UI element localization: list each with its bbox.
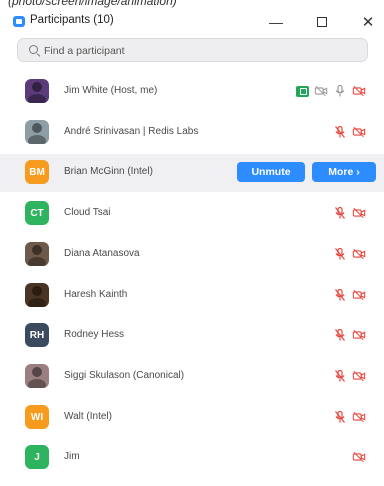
video-off-icon[interactable] (352, 410, 366, 424)
video-off-icon[interactable] (352, 450, 366, 464)
status-icons (333, 369, 366, 383)
mic-icon[interactable] (333, 84, 347, 98)
status-icons (333, 125, 366, 139)
status-icons (333, 410, 366, 424)
avatar: J (25, 445, 49, 469)
status-icons (333, 288, 366, 302)
mic-muted-icon[interactable] (333, 247, 347, 261)
status-icons (333, 247, 366, 261)
avatar: CT (25, 201, 49, 225)
participant-name: Cloud Tsai (64, 207, 111, 218)
video-off-icon[interactable] (352, 288, 366, 302)
video-off-icon[interactable] (352, 206, 366, 220)
avatar (25, 283, 49, 307)
mic-muted-icon[interactable] (333, 206, 347, 220)
participant-name: Siggi Skulason (Canonical) (64, 370, 185, 381)
mic-muted-icon[interactable] (333, 369, 347, 383)
minimize-button[interactable]: — (258, 9, 294, 35)
window-titlebar: Participants (10) — ✕ (0, 9, 384, 35)
search-input[interactable] (44, 42, 344, 59)
zoom-app-icon (13, 16, 25, 27)
more-button[interactable]: More › (312, 162, 376, 182)
close-button[interactable]: ✕ (350, 9, 384, 35)
maximize-icon (317, 17, 327, 27)
unmute-button[interactable]: Unmute (237, 162, 305, 182)
participant-name: Haresh Kainth (64, 289, 128, 300)
video-off-icon[interactable] (352, 328, 366, 342)
participant-row[interactable]: Diana Atanasova (0, 236, 384, 274)
mic-muted-icon[interactable] (333, 125, 347, 139)
avatar (25, 242, 49, 266)
participant-row[interactable]: J Jim (0, 439, 384, 477)
maximize-button[interactable] (304, 9, 340, 35)
participant-row[interactable]: Jim White (Host, me) (0, 73, 384, 111)
status-icons (352, 450, 366, 464)
participant-row[interactable]: Siggi Skulason (Canonical) (0, 358, 384, 396)
participant-name: Rodney Hess (64, 329, 125, 340)
status-icons (333, 206, 366, 220)
participant-name: Jim White (Host, me) (64, 85, 158, 96)
participant-row[interactable]: Haresh Kainth (0, 277, 384, 315)
participant-row[interactable]: CT Cloud Tsai (0, 195, 384, 233)
video-off-icon[interactable] (352, 125, 366, 139)
video-off-icon[interactable] (314, 84, 328, 98)
participant-row[interactable]: André Srinivasan | Redis Labs (0, 114, 384, 152)
participant-name: Diana Atanasova (64, 248, 140, 259)
mic-muted-icon[interactable] (333, 288, 347, 302)
participant-name: Jim (64, 451, 80, 462)
top-caption-text: (photo/screen/image/animation) (8, 0, 177, 8)
window-title: Participants (10) (30, 14, 114, 26)
avatar: RH (25, 323, 49, 347)
video-off-icon[interactable] (352, 369, 366, 383)
search-icon (29, 45, 38, 54)
participant-name: André Srinivasan | Redis Labs (64, 126, 199, 137)
participant-row[interactable]: WI Walt (Intel) (0, 399, 384, 437)
participant-name: Brian McGinn (Intel) (64, 166, 153, 177)
status-icons (333, 328, 366, 342)
video-off-icon[interactable] (352, 247, 366, 261)
participant-row[interactable]: BM Brian McGinn (Intel) Unmute More › (0, 154, 384, 192)
participant-search (17, 38, 368, 62)
avatar (25, 79, 49, 103)
status-icons (296, 84, 366, 98)
share-screen-icon[interactable] (296, 85, 309, 97)
top-caption-fragment: (photo/screen/image/animation) (0, 0, 384, 9)
avatar (25, 120, 49, 144)
participant-name: Walt (Intel) (64, 411, 112, 422)
avatar: BM (25, 160, 49, 184)
avatar (25, 364, 49, 388)
avatar: WI (25, 405, 49, 429)
video-off-icon[interactable] (352, 84, 366, 98)
mic-muted-icon[interactable] (333, 328, 347, 342)
participant-row[interactable]: RH Rodney Hess (0, 317, 384, 355)
mic-muted-icon[interactable] (333, 410, 347, 424)
